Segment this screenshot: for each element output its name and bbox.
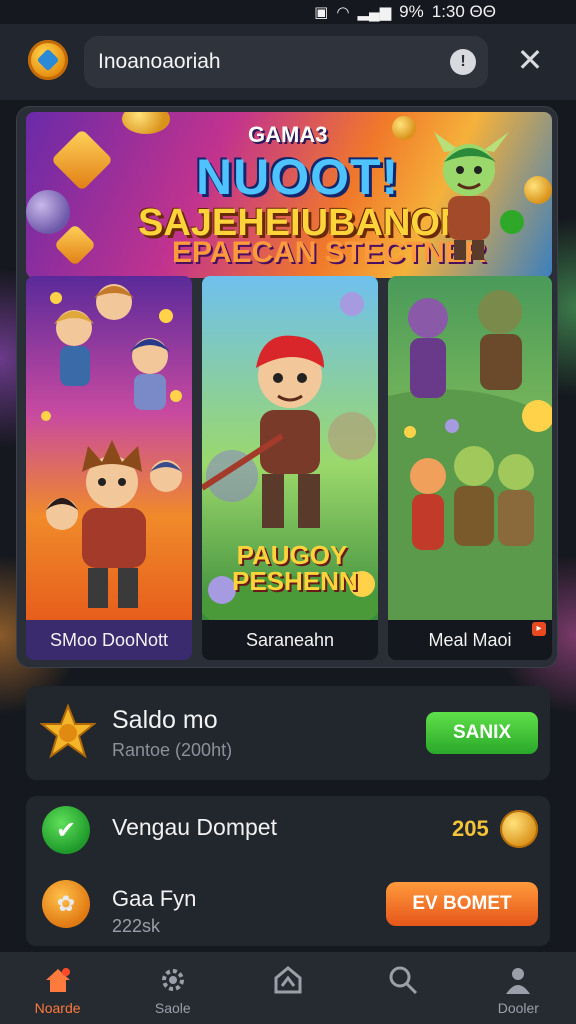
search-icon [389, 966, 418, 995]
nav-label: Saole [154, 1000, 191, 1016]
goblin-character-illustration [434, 132, 524, 260]
clock: 1:30 ΘΘ [431, 2, 496, 21]
coin-icon [26, 190, 70, 234]
nav-label: Dooler [497, 1000, 539, 1016]
gift-action-button[interactable]: EV BOMET [386, 882, 538, 926]
coin-icon [500, 810, 538, 848]
home-icon [45, 968, 70, 992]
coin-icon [392, 116, 416, 140]
banner-title: NUOOT! [196, 149, 400, 205]
game-art [388, 276, 552, 620]
nav-label: Noarde [34, 1000, 81, 1016]
close-icon[interactable]: ✕ [512, 42, 548, 78]
app-logo-icon[interactable] [28, 40, 68, 80]
nav-item-search[interactable] [353, 952, 453, 1024]
bottom-nav: Noarde Saole Dooler [0, 952, 576, 1024]
hero-banner[interactable]: GAMA3 NUOOT! SAJEHEIUBANON EPAECAN STECT… [26, 112, 552, 278]
gift-subtitle: 222sk [112, 916, 161, 936]
search-text: Inoanoaoriah [98, 50, 221, 73]
balance-action-button[interactable]: SANIX [426, 712, 538, 754]
status-bar: ▣ ◠ ▂▄▆ 9% 1:30 ΘΘ [0, 0, 576, 24]
gear-icon [161, 969, 184, 991]
heroes-illustration [41, 284, 182, 608]
nav-item-home[interactable]: Noarde [8, 952, 108, 1024]
coin-icon [122, 112, 170, 134]
coin-icon [524, 176, 552, 204]
balance-title: Saldo mo [112, 706, 218, 734]
game-art-title: PAUGOY PESHENN [232, 540, 358, 596]
game-tile-label: Meal Maoi [388, 620, 552, 660]
game-art [26, 276, 192, 620]
top-bar: Inoanoaoriah ! ✕ [0, 24, 576, 100]
banner-tag: GAMA3 [248, 122, 328, 147]
notification-icon: ▣ [314, 4, 329, 21]
profile-icon [506, 968, 531, 994]
nav-item-settings[interactable]: Saole [123, 952, 223, 1024]
play-badge-icon: ▸ [532, 622, 546, 636]
balance-subtitle: Rantoe (200ht) [112, 740, 233, 760]
upload-icon [274, 966, 302, 994]
game-tile[interactable]: Meal Maoi ▸ [388, 276, 552, 660]
nav-item-profile[interactable]: Dooler [468, 952, 568, 1024]
info-icon[interactable]: ! [450, 49, 476, 75]
nav-item-upload[interactable] [238, 952, 338, 1024]
game-tile-label: SMoo DooNott [26, 620, 192, 660]
game-tile[interactable]: PAUGOY PESHENN Saraneahn [202, 276, 378, 660]
gift-icon: ✿ [42, 880, 90, 928]
game-tile[interactable]: SMoo DooNott [26, 276, 192, 660]
check-icon: ✔ [42, 806, 90, 854]
gem-icon [50, 128, 114, 192]
goblins-illustration [388, 290, 552, 620]
star-icon [40, 704, 96, 759]
signal-icon: ▂▄▆ [357, 4, 392, 21]
wallet-title: Vengau Dompet [112, 814, 277, 840]
search-input[interactable]: Inoanoaoriah ! [84, 36, 488, 88]
wifi-icon: ◠ [336, 4, 350, 21]
wallet-amount: 205 [452, 816, 489, 841]
game-tile-label: Saraneahn [202, 620, 378, 660]
battery-level: 9% [399, 2, 424, 21]
gift-title: Gaa Fyn [112, 886, 197, 911]
